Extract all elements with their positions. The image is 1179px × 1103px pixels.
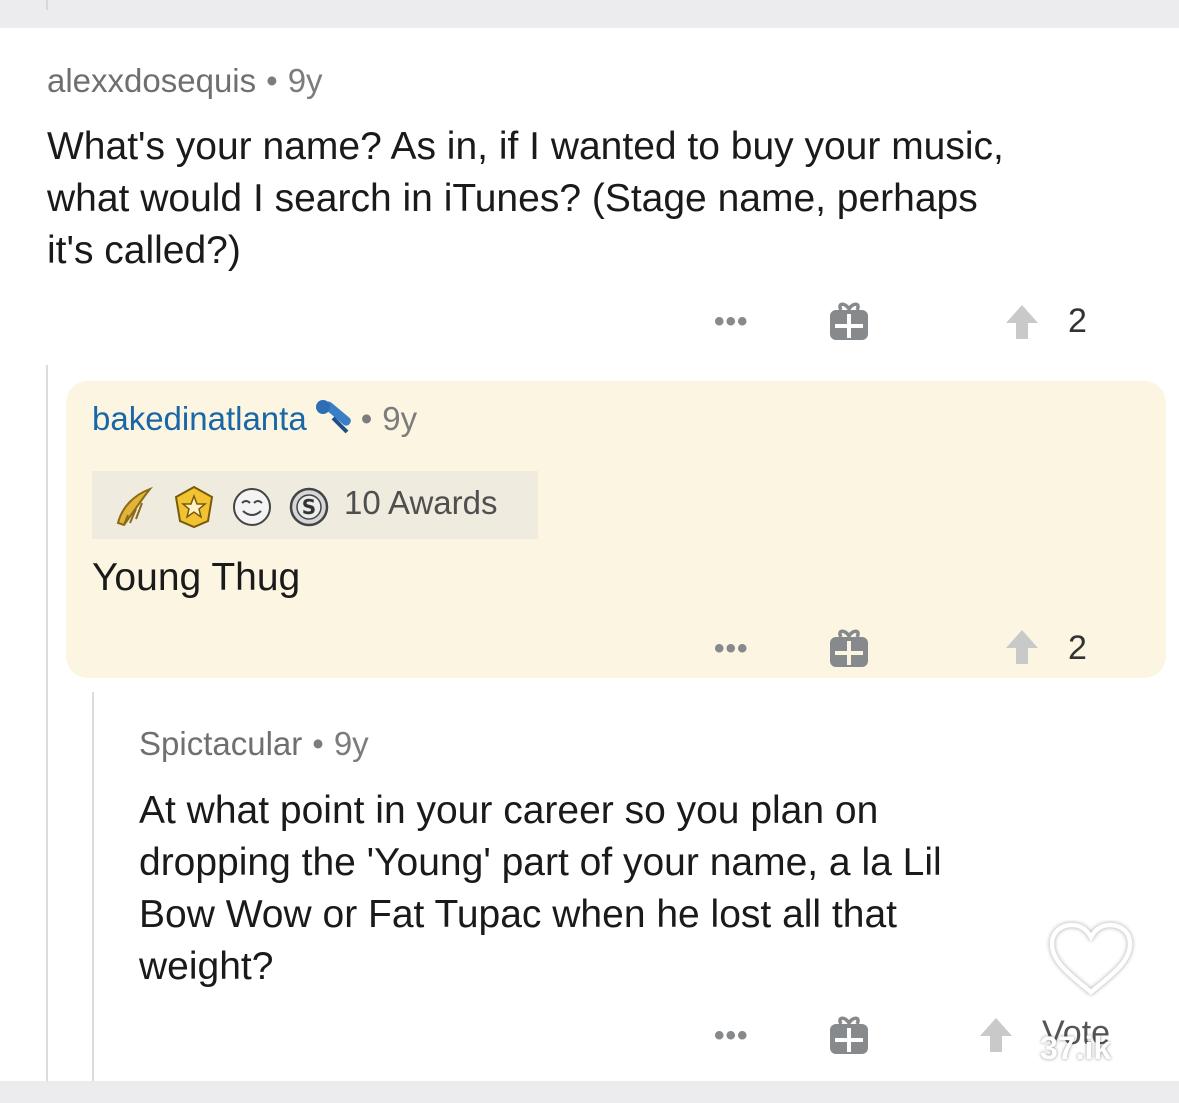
upvote-arrow-icon [1006, 305, 1038, 339]
top-separator-band [0, 0, 1179, 28]
comment-age: 9y [287, 62, 323, 99]
comment-body-line: weight? [139, 945, 274, 988]
gift-icon [830, 1016, 868, 1054]
star-badge-award-icon [174, 485, 214, 529]
awards-count[interactable]: 10 Awards [344, 484, 498, 522]
more-options-button[interactable]: ••• [714, 307, 749, 337]
upvote-arrow-icon [980, 1018, 1012, 1052]
give-award-button[interactable] [828, 1014, 870, 1061]
comment-body: What's your name? As in, if I wanted to … [47, 121, 1004, 277]
comment-meta: alexxdosequis • 9y [47, 62, 323, 100]
gold-wings-award-icon [116, 486, 154, 527]
comment-age: 9y [382, 400, 418, 437]
thread-line-level-1[interactable] [46, 365, 48, 1081]
face-award-icon [233, 488, 271, 526]
upvote-arrow-icon [1006, 630, 1038, 664]
thread-line-stub [46, 0, 48, 10]
silver-coin-award-icon: S [289, 487, 329, 527]
username-link[interactable]: alexxdosequis [47, 62, 256, 99]
watermark-text: 37.ik [1040, 1030, 1112, 1066]
vote-score: 2 [1068, 629, 1087, 667]
vote-score: 2 [1068, 302, 1087, 340]
upvote-button[interactable] [1004, 303, 1040, 346]
gift-icon [830, 629, 868, 667]
comment-body: At what point in your career so you plan… [139, 785, 942, 993]
svg-text:S: S [302, 495, 316, 519]
comment-body-line: Bow Wow or Fat Tupac when he lost all th… [139, 893, 897, 936]
comment-body-line: what would I search in iTunes? (Stage na… [47, 177, 978, 220]
comment-body-line: dropping the 'Young' part of your name, … [139, 841, 942, 884]
upvote-button[interactable] [978, 1016, 1014, 1059]
bottom-separator-band [0, 1081, 1179, 1103]
comment-meta: Spictacular • 9y [139, 725, 369, 763]
comment-body-line: it's called?) [47, 229, 241, 272]
comment-body: Young Thug [92, 556, 301, 599]
more-options-button[interactable]: ••• [714, 1021, 749, 1051]
comment-body-line: What's your name? As in, if I wanted to … [47, 125, 1004, 168]
gift-icon [830, 302, 868, 340]
comment-body-line: At what point in your career so you plan… [139, 789, 879, 832]
give-award-button[interactable] [828, 300, 870, 347]
username-link[interactable]: bakedinatlanta [92, 400, 307, 437]
upvote-button[interactable] [1004, 628, 1040, 671]
heart-outline-icon [1049, 922, 1133, 995]
comment-meta: bakedinatlanta • 9y [92, 398, 417, 438]
separator-dot: • [360, 400, 373, 437]
more-options-button[interactable]: ••• [714, 634, 749, 664]
comment-age: 9y [333, 725, 369, 762]
microphone-icon [315, 400, 351, 434]
separator-dot: • [266, 62, 278, 99]
separator-dot: • [312, 725, 324, 762]
give-award-button[interactable] [828, 627, 870, 674]
username-link[interactable]: Spictacular [139, 725, 302, 762]
thread-line-level-2[interactable] [92, 692, 94, 1081]
